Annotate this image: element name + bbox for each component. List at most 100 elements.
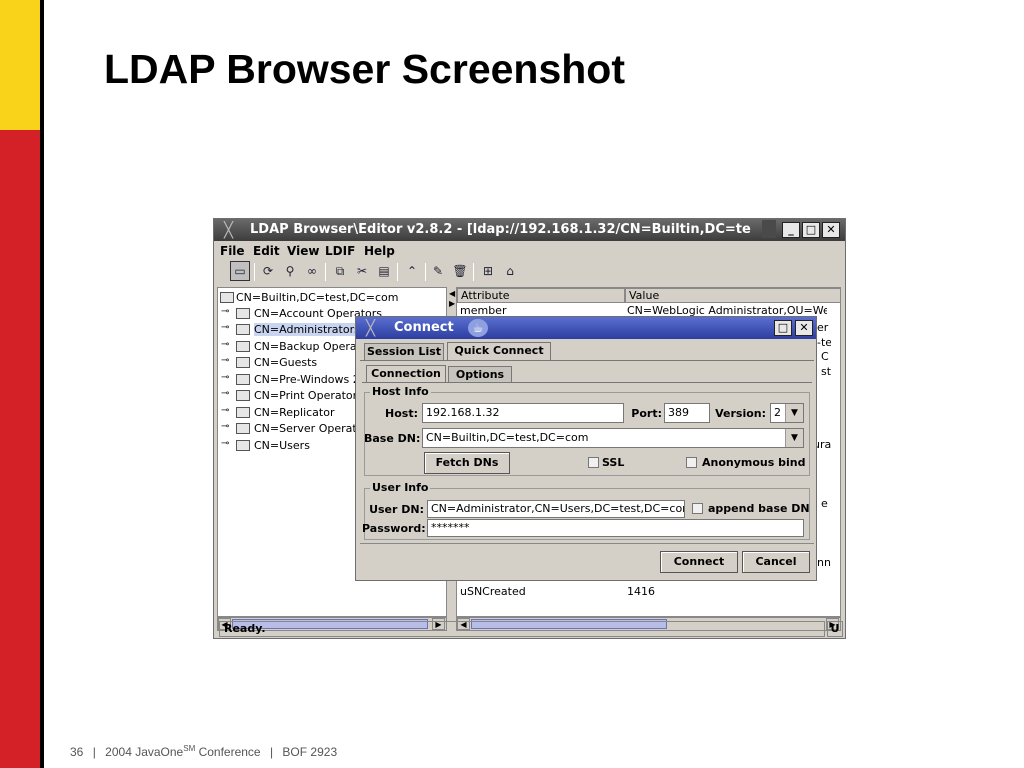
maximize-icon[interactable]: □: [774, 320, 792, 336]
base-dn-label: Base DN:: [364, 432, 421, 445]
version-label: Version:: [715, 407, 766, 420]
ssl-label: SSL: [602, 456, 625, 469]
toolbar-separator: [397, 263, 398, 281]
chevron-down-icon[interactable]: ▼: [785, 404, 803, 422]
tab-connection[interactable]: Connection: [366, 365, 446, 383]
user-info-label: User Info: [370, 481, 431, 494]
tab-divider: [360, 360, 814, 361]
cut-icon[interactable]: ✂: [352, 261, 372, 281]
window-title: LDAP Browser\Editor v2.8.2 - [ldap://192…: [250, 222, 751, 237]
status-text: Ready.: [219, 621, 825, 637]
edit-icon[interactable]: ✎: [428, 261, 448, 281]
computer-icon[interactable]: ▭: [230, 261, 250, 281]
tab-options[interactable]: Options: [448, 366, 512, 382]
expand-key-icon[interactable]: ⊸: [221, 339, 229, 350]
tab-session-list[interactable]: Session List: [364, 343, 444, 361]
ssl-checkbox[interactable]: [588, 457, 599, 468]
attribute-value[interactable]: -te: [817, 336, 831, 351]
close-icon[interactable]: ✕: [795, 320, 813, 336]
folder-icon: [220, 292, 234, 303]
dialog-title: Connect: [394, 320, 454, 335]
column-header-value[interactable]: Value: [625, 288, 840, 303]
delete-icon[interactable]: 🗑: [450, 261, 470, 281]
version-select[interactable]: 2 ▼: [770, 403, 804, 423]
x-logo-icon: ╳: [224, 221, 234, 239]
paste-icon[interactable]: ▤: [374, 261, 394, 281]
session-id: BOF 2923: [282, 745, 338, 759]
cancel-button[interactable]: Cancel: [742, 551, 810, 573]
search-icon[interactable]: ⚲: [280, 261, 300, 281]
folder-icon: [236, 390, 250, 401]
expand-key-icon[interactable]: ⊸: [221, 438, 229, 449]
dialog-titlebar[interactable]: ╳ Connect ☕ □ ✕: [356, 317, 816, 339]
attribute-value[interactable]: e: [821, 497, 831, 512]
accent-bar-yellow: [0, 0, 40, 130]
maximize-icon[interactable]: □: [802, 222, 820, 238]
folder-icon: [236, 324, 250, 335]
connect-button[interactable]: Connect: [660, 551, 738, 573]
expand-key-icon[interactable]: ⊸: [221, 322, 229, 333]
menu-view[interactable]: View: [287, 244, 319, 258]
port-label: Port:: [631, 407, 662, 420]
append-base-dn-label: append base DN: [708, 502, 810, 515]
copy-icon[interactable]: ⧉: [330, 261, 350, 281]
expand-key-icon[interactable]: ⊸: [221, 372, 229, 383]
window-titlebar[interactable]: ╳ LDAP Browser\Editor v2.8.2 - [ldap://1…: [214, 219, 845, 241]
expand-key-icon[interactable]: ⊸: [221, 306, 229, 317]
up-icon[interactable]: ⌃: [402, 261, 422, 281]
attribute-name[interactable]: uSNCreated: [460, 585, 620, 600]
minimize-icon[interactable]: _: [782, 222, 800, 238]
password-input[interactable]: *******: [427, 519, 804, 537]
base-dn-combo[interactable]: CN=Builtin,DC=test,DC=com ▼: [422, 428, 804, 448]
version-value: 2: [774, 406, 781, 419]
titlebar-gap: [762, 220, 776, 238]
menu-ldif[interactable]: LDIF: [325, 244, 355, 258]
menu-help[interactable]: Help: [364, 244, 395, 258]
fetch-dns-button[interactable]: Fetch DNs: [424, 452, 510, 474]
host-input[interactable]: 192.168.1.32: [422, 403, 624, 423]
attribute-value[interactable]: C: [821, 350, 831, 365]
tab-quick-connect[interactable]: Quick Connect: [447, 342, 551, 361]
menu-edit[interactable]: Edit: [253, 244, 280, 258]
attribute-value[interactable]: er: [817, 321, 831, 336]
footer-separator: |: [92, 745, 96, 759]
expand-key-icon[interactable]: ⊸: [221, 388, 229, 399]
folder-icon: [236, 308, 250, 319]
status-bar: Ready. U: [216, 619, 843, 637]
folder-icon: [236, 357, 250, 368]
attribute-value[interactable]: st: [821, 365, 831, 380]
append-base-dn-checkbox[interactable]: [692, 503, 703, 514]
add-child-icon[interactable]: ⌂: [500, 261, 520, 281]
folder-icon: [236, 423, 250, 434]
accent-bar-red: [0, 130, 40, 768]
toolbar-separator: [254, 263, 255, 281]
status-indicator: U: [827, 621, 843, 637]
dialog-divider: [360, 543, 814, 544]
toolbar-separator: [473, 263, 474, 281]
expand-key-icon[interactable]: ⊸: [221, 421, 229, 432]
menu-file[interactable]: File: [220, 244, 245, 258]
anonymous-bind-checkbox[interactable]: [686, 457, 697, 468]
binoculars-icon[interactable]: ∞: [302, 261, 322, 281]
expand-key-icon[interactable]: ⊸: [221, 355, 229, 366]
tab-divider: [362, 382, 812, 383]
close-icon[interactable]: ✕: [822, 222, 840, 238]
folder-icon: [236, 440, 250, 451]
refresh-icon[interactable]: ⟳: [258, 261, 278, 281]
chevron-down-icon[interactable]: ▼: [785, 429, 803, 447]
add-entry-icon[interactable]: ⊞: [478, 261, 498, 281]
toolbar-separator: [325, 263, 326, 281]
attribute-value[interactable]: nn: [817, 556, 831, 571]
user-dn-input[interactable]: CN=Administrator,CN=Users,DC=test,DC=com: [427, 500, 685, 518]
page-number: 36: [70, 745, 84, 759]
base-dn-value: CN=Builtin,DC=test,DC=com: [426, 431, 589, 444]
java-logo-icon: ☕: [468, 319, 488, 337]
expand-key-icon[interactable]: ⊸: [221, 405, 229, 416]
port-input[interactable]: 389: [664, 403, 710, 423]
attribute-value[interactable]: 1416: [627, 585, 777, 600]
collapse-right-icon[interactable]: ▶: [449, 299, 455, 308]
collapse-left-icon[interactable]: ◀: [449, 289, 455, 298]
menu-bar: File Edit View LDIF Help: [214, 241, 845, 261]
footer-separator: |: [269, 745, 274, 759]
column-header-attribute[interactable]: Attribute: [457, 288, 625, 303]
